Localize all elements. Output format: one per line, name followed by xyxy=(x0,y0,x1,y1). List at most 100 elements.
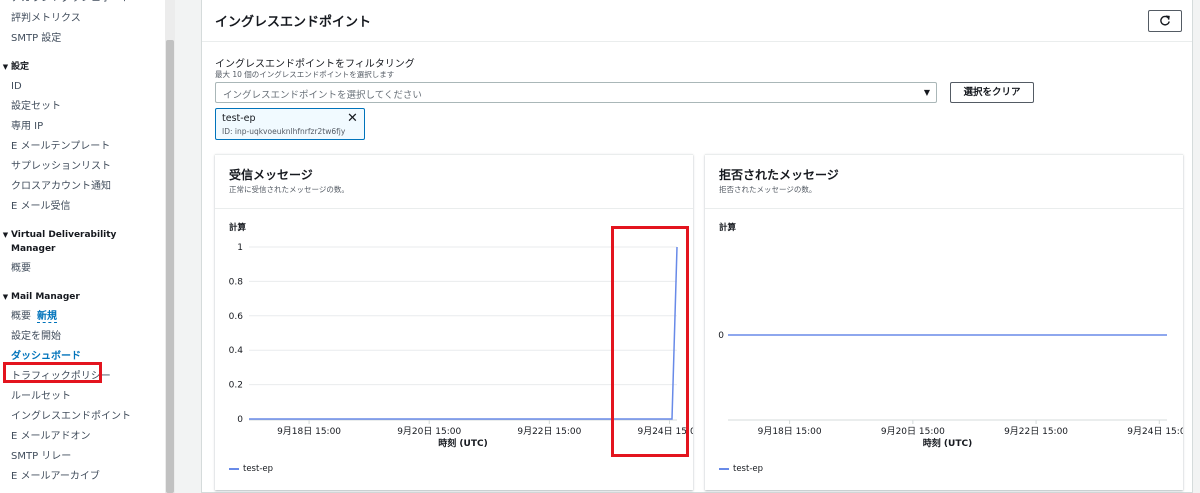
scrollbar-thumb[interactable] xyxy=(166,40,174,493)
legend-swatch xyxy=(719,468,729,470)
caret-down-icon: ▼ xyxy=(2,293,9,301)
x-tick-label: 9月18日 15:00 xyxy=(758,426,822,437)
chart-legend: test-ep xyxy=(719,464,763,474)
refresh-button[interactable] xyxy=(1148,10,1182,32)
sidebar-item-label: SMTP 設定 xyxy=(11,33,62,44)
y-tick-label: 0.6 xyxy=(229,312,244,322)
sidebar-item-label: クロスアカウント通知 xyxy=(11,181,111,192)
sidebar-item-label: E メールテンプレート xyxy=(11,141,111,152)
token-id: ID: inp-uqkvoeuknlhfnrfzr2tw6fjy xyxy=(222,127,346,136)
sidebar-item[interactable]: 概要 xyxy=(0,259,165,279)
nav-section-label: 設定 xyxy=(11,62,30,72)
sidebar-item-label: E メールアーカイブ xyxy=(11,471,100,482)
sidebar-item[interactable]: SMTP 設定 xyxy=(0,29,165,49)
y-tick-label: 0.2 xyxy=(229,381,243,391)
sidebar-item-label: イングレスエンドポイント xyxy=(11,411,131,422)
legend-label: test-ep xyxy=(243,464,274,474)
x-axis-title: 時刻 (UTC) xyxy=(438,437,487,449)
sidebar-item-label: 概要 xyxy=(11,263,31,274)
sidebar-item[interactable]: E メールアドオン xyxy=(0,427,165,447)
received-messages-chart: 0 0.2 0.4 0.6 0.8 1 9月18日 15:00 9月20日 15:00 9月22… xyxy=(229,243,693,449)
token-name: test-ep xyxy=(222,113,256,124)
sidebar-item[interactable]: ルールセット xyxy=(0,387,165,407)
chart-legend: test-ep xyxy=(229,464,273,474)
panel-header: イングレスエンドポイント xyxy=(202,0,1192,42)
sidebar-item[interactable]: トラフィックポリシー xyxy=(0,367,165,387)
filter-description: 最大 10 個のイングレスエンドポイントを選択します xyxy=(215,70,395,79)
sidebar-item-label: ルールセット xyxy=(11,391,71,402)
sidebar: アカウントダッシュボード評判メトリクスSMTP 設定▼設定ID設定セット専用 I… xyxy=(0,0,165,493)
sidebar-item-label: アカウントダッシュボード xyxy=(11,0,131,4)
sidebar-item-label: サプレッションリスト xyxy=(11,161,111,172)
sidebar-item[interactable]: 設定セット xyxy=(0,97,165,117)
sidebar-item[interactable]: サプレッションリスト xyxy=(0,157,165,177)
legend-swatch xyxy=(229,468,239,470)
panel-title: イングレスエンドポイント xyxy=(215,15,372,30)
clear-selection-button[interactable]: 選択をクリア xyxy=(950,82,1034,103)
sidebar-item-label: E メールアドオン xyxy=(11,431,91,442)
nav-section-label: Virtual Deliverability Manager xyxy=(11,230,117,254)
y-tick-label: 0.4 xyxy=(229,346,244,356)
nav-gap xyxy=(0,49,165,57)
filter-label: イングレスエンドポイントをフィルタリング xyxy=(215,59,415,70)
x-tick-label: 9月24日 15:00 xyxy=(637,426,693,437)
sidebar-item-label: ID xyxy=(11,81,22,92)
close-icon[interactable]: ✕ xyxy=(347,112,358,125)
sidebar-item[interactable]: ダッシュボード xyxy=(0,347,165,367)
sidebar-item-label: 専用 IP xyxy=(11,121,44,132)
series-line xyxy=(249,246,678,420)
x-tick-label: 9月24日 15:00 xyxy=(1127,426,1183,437)
sidebar-item[interactable]: SMTP リレー xyxy=(0,447,165,467)
rejected-messages-card: 拒否されたメッセージ 拒否されたメッセージの数。 計算 0 9月18日 15:00… xyxy=(705,154,1183,490)
sidebar-item[interactable]: E メールアーカイブ xyxy=(0,467,165,487)
sidebar-item-label: E メール受信 xyxy=(11,201,71,212)
x-tick-label: 9月22日 15:00 xyxy=(517,426,581,437)
sidebar-item-label: 評判メトリクス xyxy=(11,13,81,24)
endpoint-select[interactable]: イングレスエンドポイントを選択してください ▼ xyxy=(215,82,937,103)
nav-gap xyxy=(0,279,165,287)
sidebar-item[interactable]: クロスアカウント通知 xyxy=(0,177,165,197)
sidebar-item[interactable]: 評判メトリクス xyxy=(0,9,165,29)
sidebar-item-label: 設定を開始 xyxy=(11,331,61,342)
legend-label: test-ep xyxy=(733,464,764,474)
sidebar-item[interactable]: イングレスエンドポイント xyxy=(0,407,165,427)
sidebar-item[interactable]: E メール受信 xyxy=(0,197,165,217)
new-badge: 新規 xyxy=(37,311,57,323)
ingress-endpoint-panel: イングレスエンドポイント イングレスエンドポイントをフィルタリング 最大 10 … xyxy=(201,0,1193,493)
selected-endpoint-token: test-ep ID: inp-uqkvoeuknlhfnrfzr2tw6fjy… xyxy=(215,108,365,140)
sidebar-item[interactable]: 専用 IP xyxy=(0,117,165,137)
x-tick-label: 9月22日 15:00 xyxy=(1004,426,1068,437)
received-messages-card: 受信メッセージ 正常に受信されたメッセージの数。 計算 0 0.2 0.4 0.6 0.… xyxy=(215,154,693,490)
sidebar-nav: アカウントダッシュボード評判メトリクスSMTP 設定▼設定ID設定セット専用 I… xyxy=(0,0,165,487)
refresh-icon xyxy=(1160,15,1170,26)
sidebar-item[interactable]: 概要 新規 xyxy=(0,307,165,327)
caret-down-icon: ▼ xyxy=(923,88,930,97)
rejected-messages-chart: 0 9月18日 15:00 9月20日 15:00 9月22日 15:00 9月24日 … xyxy=(718,331,1183,449)
y-tick-label: 0 xyxy=(237,415,243,425)
nav-section-header[interactable]: ▼ Virtual Deliverability Manager xyxy=(0,225,165,259)
sidebar-item[interactable]: E メールテンプレート xyxy=(0,137,165,157)
y-tick-label: 1 xyxy=(237,243,243,253)
sidebar-item-label: 設定セット xyxy=(11,101,61,112)
select-placeholder: イングレスエンドポイントを選択してください xyxy=(223,90,422,101)
sidebar-item-label: 概要 xyxy=(11,311,31,322)
y-tick-label: 0 xyxy=(718,331,724,341)
sidebar-scrollbar[interactable] xyxy=(165,0,175,493)
nav-section-label: Mail Manager xyxy=(11,292,80,302)
nav-section-header[interactable]: ▼ 設定 xyxy=(0,57,165,77)
sidebar-item-label: トラフィックポリシー xyxy=(11,371,111,382)
nav-gap xyxy=(0,217,165,225)
x-tick-label: 9月18日 15:00 xyxy=(277,426,341,437)
sidebar-item-label: SMTP リレー xyxy=(11,451,72,462)
y-tick-label: 0.8 xyxy=(229,277,244,287)
sidebar-item-label: ダッシュボード xyxy=(11,351,81,362)
sidebar-item[interactable]: ID xyxy=(0,77,165,97)
caret-down-icon: ▼ xyxy=(2,231,9,239)
nav-section-header[interactable]: ▼ Mail Manager xyxy=(0,287,165,307)
x-tick-label: 9月20日 15:00 xyxy=(397,426,461,437)
sidebar-item[interactable]: アカウントダッシュボード xyxy=(0,0,165,9)
sidebar-item[interactable]: 設定を開始 xyxy=(0,327,165,347)
x-tick-label: 9月20日 15:00 xyxy=(881,426,945,437)
x-axis-title: 時刻 (UTC) xyxy=(923,437,972,449)
caret-down-icon: ▼ xyxy=(2,63,9,71)
